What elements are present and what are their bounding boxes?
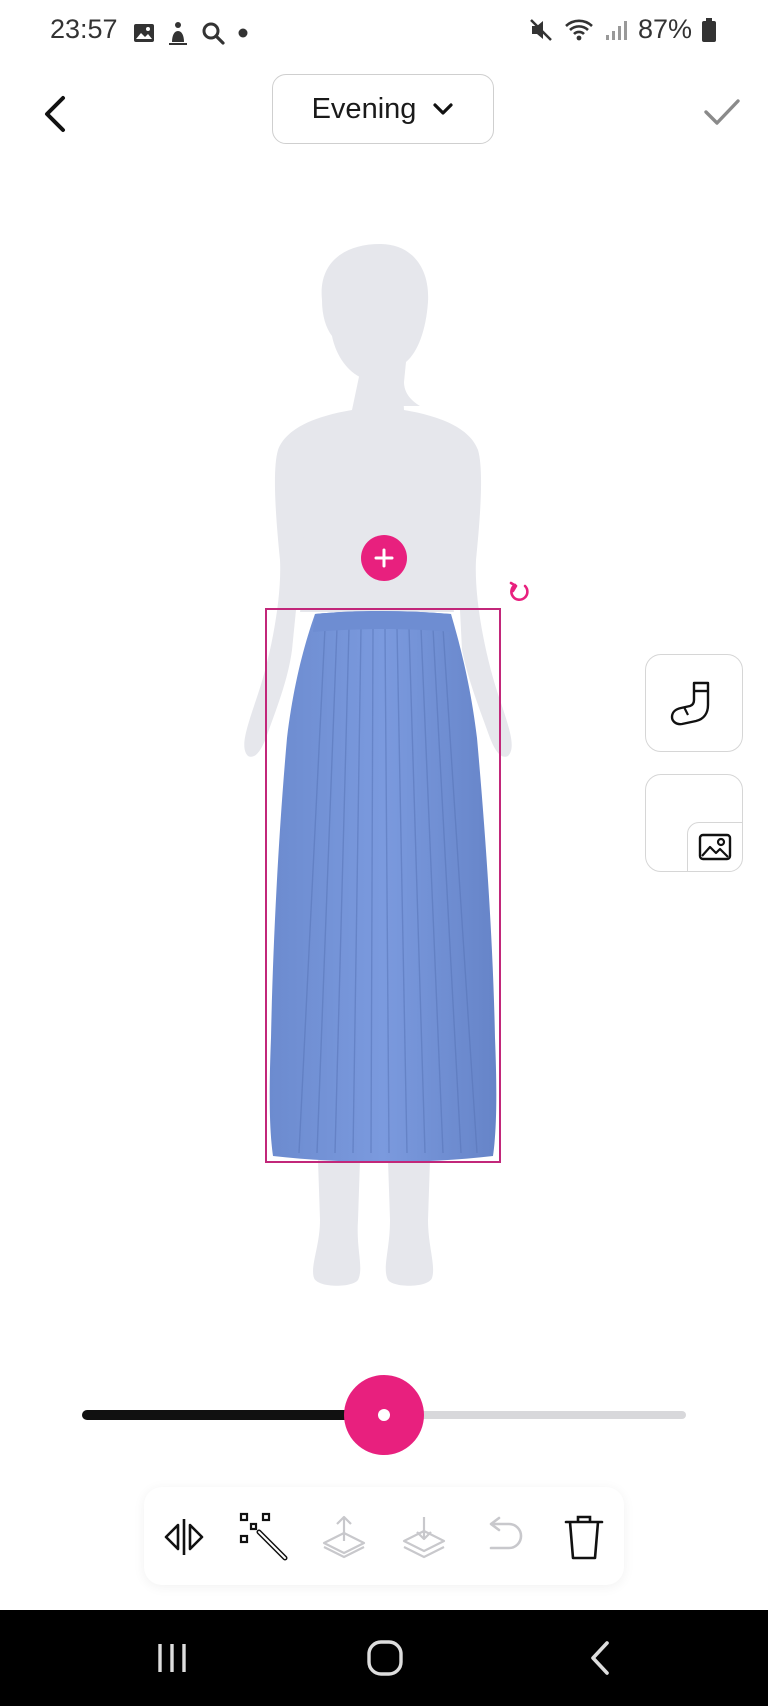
undo-button[interactable] — [474, 1507, 534, 1567]
sock-button[interactable] — [645, 654, 743, 752]
bring-forward-button[interactable] — [314, 1507, 374, 1567]
size-slider-fill — [82, 1410, 384, 1420]
flip-horizontal-icon — [164, 1519, 204, 1555]
home-icon — [367, 1640, 403, 1676]
add-photo-button[interactable] — [645, 774, 743, 872]
flip-button[interactable] — [154, 1507, 214, 1567]
magic-wand-button[interactable] — [234, 1507, 294, 1567]
send-backward-button[interactable] — [394, 1507, 454, 1567]
layer-up-icon — [322, 1515, 366, 1559]
home-button[interactable] — [353, 1628, 417, 1688]
delete-button[interactable] — [554, 1507, 614, 1567]
sock-icon — [670, 681, 710, 726]
recents-button[interactable] — [140, 1628, 204, 1688]
image-icon — [698, 833, 732, 861]
nav-back-button[interactable] — [568, 1628, 632, 1688]
trash-icon — [564, 1515, 604, 1560]
back-icon — [591, 1641, 609, 1675]
plus-icon — [374, 548, 394, 568]
layer-down-icon — [402, 1517, 446, 1559]
system-nav-bar — [0, 1610, 768, 1706]
slider-thumb-dot — [378, 1409, 390, 1421]
photo-badge — [687, 822, 743, 872]
size-slider-thumb[interactable] — [344, 1375, 424, 1455]
selection-frame — [265, 608, 501, 1163]
rotate-icon — [509, 581, 529, 601]
edit-toolbar — [144, 1487, 624, 1585]
add-layer-button[interactable] — [361, 535, 407, 581]
rotate-handle[interactable] — [505, 576, 535, 606]
magic-wand-icon — [239, 1512, 288, 1561]
recents-icon — [158, 1644, 186, 1672]
undo-icon — [489, 1516, 523, 1550]
